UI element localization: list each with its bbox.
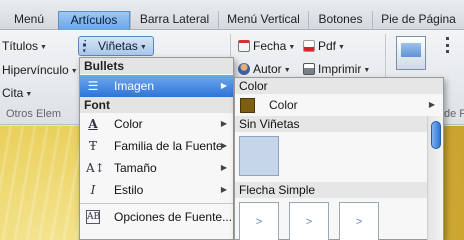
group-label-pie-pagina: de Pá [444,108,464,120]
bullet-list-icon [83,40,95,52]
pdf-button[interactable]: Pdf ▼ [303,39,345,53]
tab-menu-vertical[interactable]: Menú Vertical [218,11,308,30]
italic-icon: I [90,183,96,197]
scrollbar-thumb[interactable] [431,121,441,149]
submenu-arrow-icon: ▶ [220,141,227,150]
submenu-item-color[interactable]: Color ▶ [235,94,443,116]
imprimir-button[interactable]: Imprimir ▼ [303,62,370,76]
printer-icon [303,63,315,75]
menu-item-estilo[interactable]: I Estilo ▶ [80,179,233,201]
autor-label: Autor [253,62,282,76]
group-label-otros-elementos: Otros Elem [6,108,62,120]
cita-label: Cita [2,86,24,100]
page-layout-icon[interactable] [396,36,426,70]
menu-item-label: Opciones de Fuente... [114,210,233,224]
menu-section-font: Font [80,97,233,113]
dropdown-arrow-icon: ▼ [25,91,33,98]
bullet-option-none[interactable] [239,136,279,176]
menu-item-label: Estilo [114,183,144,197]
tab-botones[interactable]: Botones [308,11,372,30]
hipervinculo-button[interactable]: Hipervínculo ▼ [2,63,78,77]
bullet-option-arrow[interactable]: > [289,202,329,240]
imprimir-label: Imprimir [318,62,362,76]
pdf-label: Pdf [318,39,337,53]
submenu-arrow-icon: ▶ [220,163,227,172]
menu-item-tamano[interactable]: A↕ Tamaño ▶ [80,157,233,179]
dropdown-arrow-icon: ▼ [70,68,78,75]
pdf-icon [303,40,315,52]
submenu-arrow-icon: ▶ [220,119,227,128]
menu-item-color[interactable]: A Color ▶ [80,113,233,135]
menu-item-label: Familia de la Fuente [114,139,223,153]
tab-menu[interactable]: Menú [0,11,58,30]
submenu-item-label: Color [269,98,298,112]
dropdown-arrow-icon: ▼ [338,44,345,51]
submenu-section-color: Color [235,78,443,94]
tab-barra-lateral[interactable]: Barra Lateral [130,11,218,30]
vinetas-button[interactable]: Viñetas ▼ [78,36,154,56]
titulos-button[interactable]: Títulos ▼ [2,39,47,53]
ribbon-tab-bar: Menú Artículos Barra Lateral Menú Vertic… [0,0,464,30]
arrow-bullet-icon: > [255,216,263,228]
person-icon [238,63,250,75]
arrow-bullet-icon: > [355,216,363,228]
submenu-arrow-icon: ▶ [428,100,435,109]
font-options-icon: AB [86,210,101,224]
font-family-icon: Ŧ [88,139,97,153]
titulos-label: Títulos [2,39,39,53]
menu-item-opciones-fuente[interactable]: AB Opciones de Fuente... [80,206,233,228]
dropdown-arrow-icon: ▼ [363,67,371,74]
submenu-arrow-icon: ▶ [220,81,227,90]
tab-articulos[interactable]: Artículos [58,11,130,30]
gallery-section-flecha-simple: Flecha Simple [235,182,427,198]
bullet-option-arrow[interactable]: > [239,202,279,240]
menu-item-imagen[interactable]: ☰ Imagen ▶ [80,75,233,97]
menu-section-bullets: Bullets [80,58,233,74]
gallery-section-sin-vinetas: Sin Viñetas [235,116,427,132]
menu-item-familia-fuente[interactable]: Ŧ Familia de la Fuente ▶ [80,135,233,157]
cita-button[interactable]: Cita ▼ [2,86,32,100]
vinetas-label: Viñetas [98,39,138,53]
tab-pie-de-pagina[interactable]: Pie de Página [372,11,464,30]
dropdown-arrow-icon: ▼ [139,44,147,51]
menu-item-label: Tamaño [114,161,157,175]
font-color-icon: A [88,117,98,131]
menu-item-label: Imagen [114,79,155,93]
dropdown-arrow-icon: ▼ [40,44,47,51]
autor-button[interactable]: Autor ▼ [238,62,291,76]
gallery-scrollbar[interactable] [427,116,443,240]
color-swatch [240,98,255,113]
fecha-label: Fecha [253,39,287,53]
hipervinculo-label: Hipervínculo [2,63,69,77]
dropdown-arrow-icon: ▼ [288,44,296,51]
fecha-button[interactable]: Fecha ▼ [238,39,295,53]
menu-separator [80,203,233,204]
submenu-arrow-icon: ▶ [220,185,227,194]
list-icon[interactable] [446,37,464,53]
bullet-option-arrow[interactable]: > [339,202,379,240]
font-size-icon: A↕ [86,161,105,175]
imagen-submenu: Color Color ▶ Sin Viñetas Flecha Simple … [234,77,444,240]
bullet-list-icon: ☰ [87,79,99,93]
menu-item-label: Color [114,117,143,131]
dropdown-arrow-icon: ▼ [283,67,291,74]
vinetas-dropdown-menu: Bullets ☰ Imagen ▶ Font A Color ▶ Ŧ Fami… [79,57,234,240]
calendar-icon [238,40,250,52]
arrow-bullet-icon: > [305,216,313,228]
